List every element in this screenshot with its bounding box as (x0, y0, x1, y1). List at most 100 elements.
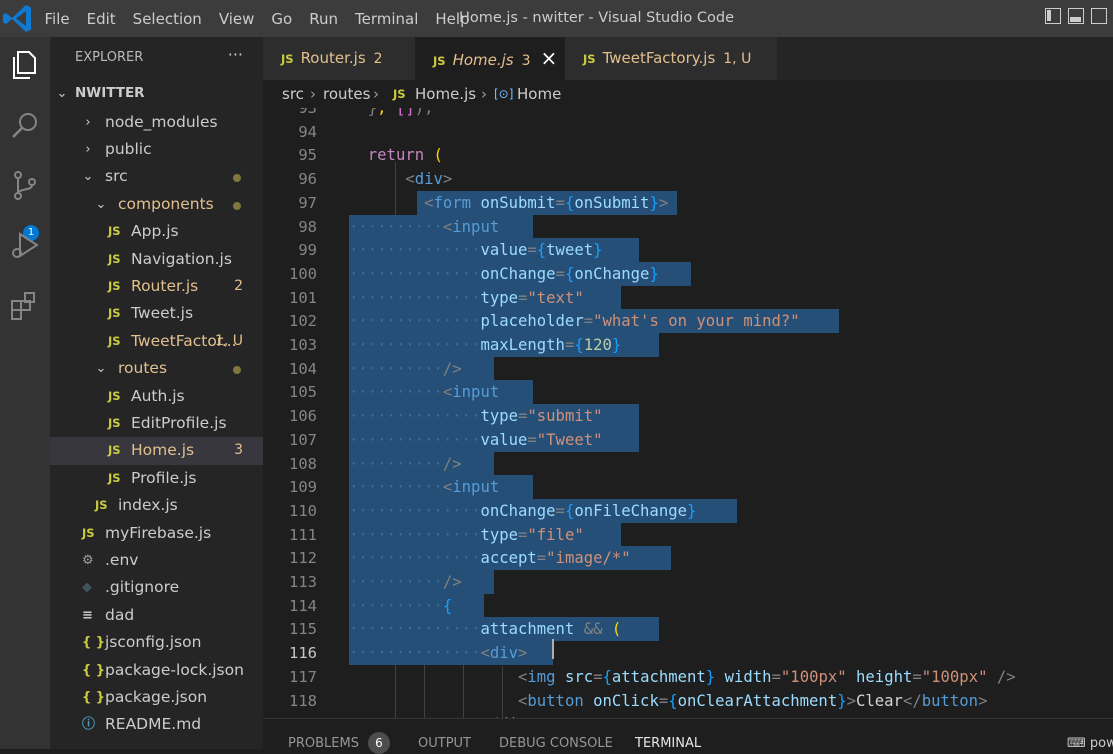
breadcrumb-src[interactable]: src (282, 80, 304, 108)
file-item-package-json[interactable]: { } package.json (50, 684, 263, 711)
more-actions-icon[interactable]: ··· (228, 45, 243, 64)
tab-tweetfactory-js[interactable]: JS TweetFactory.js 1, U (565, 37, 777, 80)
code-token: } (837, 691, 847, 710)
folder-item-node-modules[interactable]: › node_modules (50, 109, 263, 136)
source-control-icon[interactable] (5, 166, 45, 206)
git-file-icon: ◆ (82, 580, 92, 596)
js-file-icon: JS (108, 333, 121, 348)
project-header[interactable]: ⌄ NWITTER (50, 80, 263, 107)
warning-squiggle (540, 684, 1050, 687)
tab-router-js[interactable]: JS Router.js 2 (263, 37, 415, 80)
line-number: 113 (289, 573, 317, 591)
line-number: 116 (289, 644, 317, 663)
file-item-tweet-js[interactable]: JS Tweet.js (50, 300, 263, 327)
folder-item-components[interactable]: ⌄ components (50, 191, 263, 218)
tab-problem-badge: 3 (521, 53, 531, 69)
extensions-icon[interactable] (5, 286, 45, 326)
json-file-icon: { } (82, 635, 106, 651)
line-number: 96 (298, 170, 317, 189)
code-line: ··········{ (349, 594, 452, 618)
code-token: "submit" (527, 407, 603, 426)
code-token: = (527, 241, 537, 260)
run-debug-icon[interactable] (5, 226, 45, 266)
line-number: 95 (298, 146, 317, 165)
code-token: ·············· (349, 288, 481, 307)
file-item-home-js[interactable]: JS Home.js 3 (50, 437, 263, 465)
file-item-jsconfig-json[interactable]: { } jsconfig.json (50, 629, 263, 656)
bottom-panel: PROBLEMS 6 OUTPUT DEBUG CONSOLE TERMINAL… (263, 718, 1113, 754)
code-editor[interactable]: 93 94 95 96 97 98 99 100 101 102 103 104 105 106 107 10… (263, 108, 1113, 718)
code-token: < (518, 691, 528, 710)
chevron-down-icon: ⌄ (56, 86, 68, 101)
line-number: 97 (298, 193, 317, 212)
code-token: > (518, 644, 528, 663)
file-item-app-js[interactable]: JS App.js (50, 218, 263, 245)
code-token: onClick (593, 691, 659, 710)
breadcrumb-symbol[interactable]: Home (517, 80, 561, 108)
breadcrumb-file[interactable]: Home.js (415, 80, 476, 108)
explorer-sidebar: EXPLORER ··· ⌄ NWITTER › node_modules › pub… (50, 37, 263, 749)
tree-item-label: Home.js (131, 441, 195, 460)
file-item-editprofile-js[interactable]: JS EditProfile.js (50, 410, 263, 437)
tree-item-label: components (118, 194, 214, 213)
file-item-profile-js[interactable]: JS Profile.js (50, 465, 263, 492)
code-token: type (480, 525, 518, 544)
file-item-myfirebase-js[interactable]: JS myFirebase.js (50, 520, 263, 547)
code-token: ·············· (349, 312, 481, 331)
tab-home-js[interactable]: JS Home.js 3 × (415, 37, 565, 80)
code-token: value (480, 241, 528, 260)
code-line: ··············type="submit" (349, 404, 603, 428)
code-token: ·········· (349, 217, 443, 236)
code-token: ·············· (349, 241, 481, 260)
line-number-gutter: 93 94 95 96 97 98 99 100 101 102 103 104 105 106 107 10… (263, 108, 343, 718)
file-item-router-js[interactable]: JS Router.js 2 (50, 273, 263, 300)
code-line: ··············onChange={onChange} (349, 262, 659, 286)
file-item-dad[interactable]: ≡ dad (50, 602, 263, 629)
file-item-gitignore[interactable]: ◆ .gitignore (50, 574, 263, 601)
code-token: = (536, 549, 547, 568)
file-item-package-lock-json[interactable]: { } package-lock.json (50, 657, 263, 684)
code-token: = (658, 691, 669, 710)
file-item-env[interactable]: ⚙ .env (50, 547, 263, 574)
file-item-readme-md[interactable]: ⓘ README.md (50, 711, 263, 738)
code-token: onChange (574, 264, 650, 283)
code-line: ··············placeholder="what's on you… (349, 309, 800, 333)
code-token: ·············· (349, 407, 481, 426)
tab-problem-badge: 1, U (723, 51, 752, 67)
search-icon[interactable] (5, 106, 45, 146)
code-token: form (433, 193, 481, 212)
folder-item-public[interactable]: › public (50, 136, 263, 163)
close-tab-icon[interactable]: × (541, 46, 558, 70)
code-area[interactable]: }, []); return ( <div> <form onSubmit={o… (349, 108, 1113, 718)
breadcrumb-routes[interactable]: routes (323, 80, 370, 108)
code-token: ·············· (349, 549, 481, 568)
line-number: 99 (298, 241, 317, 260)
file-item-auth-js[interactable]: JS Auth.js (50, 383, 263, 410)
line-number: 112 (289, 549, 317, 568)
problem-count-badge: 3 (234, 442, 243, 459)
toggle-panel-icon[interactable] (1068, 8, 1084, 24)
file-item-tweetfactor[interactable]: JS TweetFactor... 1, U (50, 328, 263, 355)
code-line: ··············accept="image/*" (349, 546, 631, 570)
code-token: } (611, 336, 622, 354)
tab-label: TweetFactory.js (602, 49, 716, 67)
code-token: ·········· (349, 359, 443, 378)
text-file-icon: ≡ (82, 607, 93, 623)
code-token: ·············· (349, 525, 481, 544)
file-item-navigation-js[interactable]: JS Navigation.js (50, 246, 263, 273)
code-token: } (349, 108, 378, 117)
js-file-icon: JS (393, 87, 406, 101)
folder-item-routes[interactable]: ⌄ routes (50, 355, 263, 382)
code-token: [] (395, 108, 415, 117)
explorer-icon[interactable] (5, 46, 45, 86)
toggle-secondary-sidebar-icon[interactable] (1091, 8, 1107, 24)
code-token: = (518, 525, 528, 544)
code-token: ·············· (349, 430, 481, 449)
code-token: < (442, 383, 453, 402)
line-number: 118 (289, 691, 317, 710)
file-item-index-js[interactable]: JS index.js (50, 492, 263, 519)
js-file-icon: JS (108, 224, 121, 239)
folder-item-src[interactable]: ⌄ src (50, 163, 263, 190)
line-number: 111 (289, 525, 317, 544)
toggle-sidebar-icon[interactable] (1045, 8, 1061, 24)
